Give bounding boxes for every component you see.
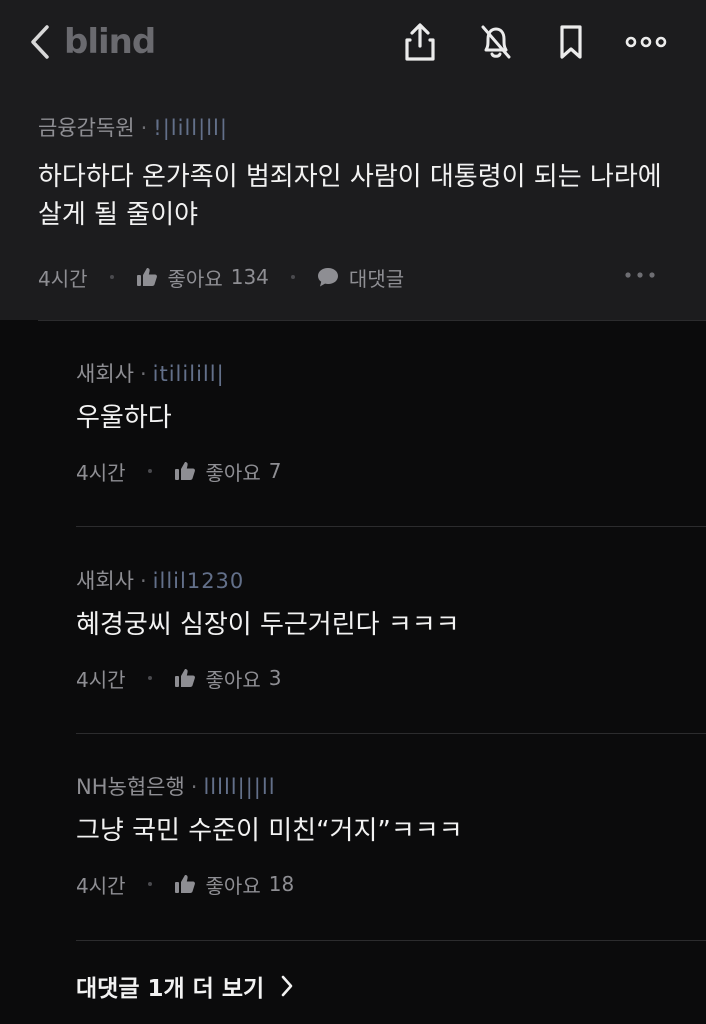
- reply-text: 우울하다: [76, 403, 172, 433]
- reply-company[interactable]: 새회사: [76, 362, 134, 386]
- back-chevron-icon: [31, 25, 49, 59]
- post-author-meta: 금융감독원 · !|lill|ll|: [38, 114, 228, 142]
- reply-text: 그냥 국민 수준이 미친“거지”ㅋㅋㅋ: [76, 816, 463, 846]
- like-count: 18: [268, 872, 295, 896]
- reply-like-button[interactable]: 좋아요 7: [174, 457, 282, 486]
- reply-nickname[interactable]: itililill|: [153, 362, 225, 386]
- more-options-button[interactable]: [624, 18, 668, 66]
- post-like-button[interactable]: 좋아요 134: [136, 263, 269, 292]
- reply-time: 4시간: [76, 460, 126, 485]
- reply-like-button[interactable]: 좋아요 18: [174, 870, 295, 899]
- back-button[interactable]: [26, 22, 54, 62]
- chevron-right-icon: [281, 975, 293, 997]
- action-dot: [109, 275, 114, 279]
- reply-actions: 4시간 좋아요 7: [76, 456, 281, 486]
- meta-separator: ·: [139, 569, 147, 593]
- post-actions: 4시간 좋아요 134 대댓글: [38, 262, 404, 292]
- reply-nickname[interactable]: lllll|||ll: [203, 775, 275, 799]
- action-dot: [147, 469, 152, 473]
- reply-company[interactable]: 새회사: [76, 569, 134, 593]
- navigation-bar: blind: [0, 0, 706, 84]
- reply-actions: 4시간 좋아요 18: [76, 869, 294, 899]
- bookmark-button[interactable]: [549, 18, 593, 66]
- more-replies-label: 대댓글 1개 더 보기: [76, 976, 265, 1002]
- post-company[interactable]: 금융감독원: [38, 116, 135, 140]
- thumbs-up-icon: [136, 268, 157, 286]
- reply-author-meta: 새회사 · illil1230: [76, 567, 244, 595]
- reply-company[interactable]: NH농협은행: [76, 775, 185, 799]
- section-divider: [38, 320, 706, 321]
- more-horizontal-icon: [625, 36, 667, 48]
- reply-item: 새회사 · itililill| 우울하다 4시간 좋아요 7: [76, 360, 706, 500]
- share-button[interactable]: [398, 18, 442, 66]
- like-label: 좋아요: [205, 873, 261, 898]
- like-label: 좋아요: [205, 460, 261, 485]
- reply-nickname[interactable]: illil1230: [153, 569, 245, 593]
- blind-logo: blind: [64, 22, 156, 62]
- meta-separator: ·: [139, 362, 147, 386]
- like-label: 좋아요: [167, 266, 223, 291]
- thumbs-up-icon: [174, 875, 195, 893]
- reply-time: 4시간: [76, 667, 126, 692]
- notification-toggle-button[interactable]: [474, 18, 518, 66]
- reply-item: 새회사 · illil1230 혜경궁씨 심장이 두근거린다 ㅋㅋㅋ 4시간 좋아요…: [76, 567, 706, 707]
- bookmark-icon: [560, 25, 582, 59]
- post-comment-text: 하다하다 온가족이 범죄자인 사람이 대통령이 되는 나라에 살게 될 줄이야: [38, 162, 662, 230]
- post-more-button[interactable]: [620, 260, 660, 290]
- more-replies-button[interactable]: 대댓글 1개 더 보기: [76, 968, 294, 1004]
- thumbs-up-icon: [174, 462, 195, 480]
- meta-separator: ·: [190, 775, 198, 799]
- action-dot: [147, 676, 152, 680]
- action-dot: [290, 275, 295, 279]
- reply-time: 4시간: [76, 873, 126, 898]
- like-label: 좋아요: [205, 667, 261, 692]
- post-reply-button[interactable]: 대댓글: [317, 263, 404, 292]
- meta-separator: ·: [140, 116, 148, 140]
- more-horizontal-icon: [625, 272, 655, 278]
- like-count: 3: [268, 666, 282, 690]
- reply-like-button[interactable]: 좋아요 3: [174, 664, 282, 693]
- share-icon: [405, 23, 435, 61]
- comment-bubble-icon: [317, 268, 338, 287]
- reply-text: 혜경궁씨 심장이 두근거린다 ㅋㅋㅋ: [76, 610, 460, 640]
- reply-author-meta: NH농협은행 · lllll|||ll: [76, 773, 276, 801]
- reply-author-meta: 새회사 · itililill|: [76, 360, 225, 388]
- like-count: 134: [230, 265, 269, 289]
- reply-label: 대댓글: [348, 266, 405, 291]
- thumbs-up-icon: [174, 669, 195, 687]
- reply-divider: [76, 733, 706, 734]
- action-dot: [147, 882, 152, 886]
- reply-divider: [76, 526, 706, 527]
- post-time: 4시간: [38, 266, 88, 291]
- reply-item: NH농협은행 · lllll|||ll 그냥 국민 수준이 미친“거지”ㅋㅋㅋ 4시…: [76, 773, 706, 913]
- reply-actions: 4시간 좋아요 3: [76, 663, 281, 693]
- bell-off-icon: [481, 25, 511, 59]
- reply-divider: [76, 940, 706, 941]
- like-count: 7: [268, 459, 282, 483]
- post-nickname[interactable]: !|lill|ll|: [153, 116, 228, 140]
